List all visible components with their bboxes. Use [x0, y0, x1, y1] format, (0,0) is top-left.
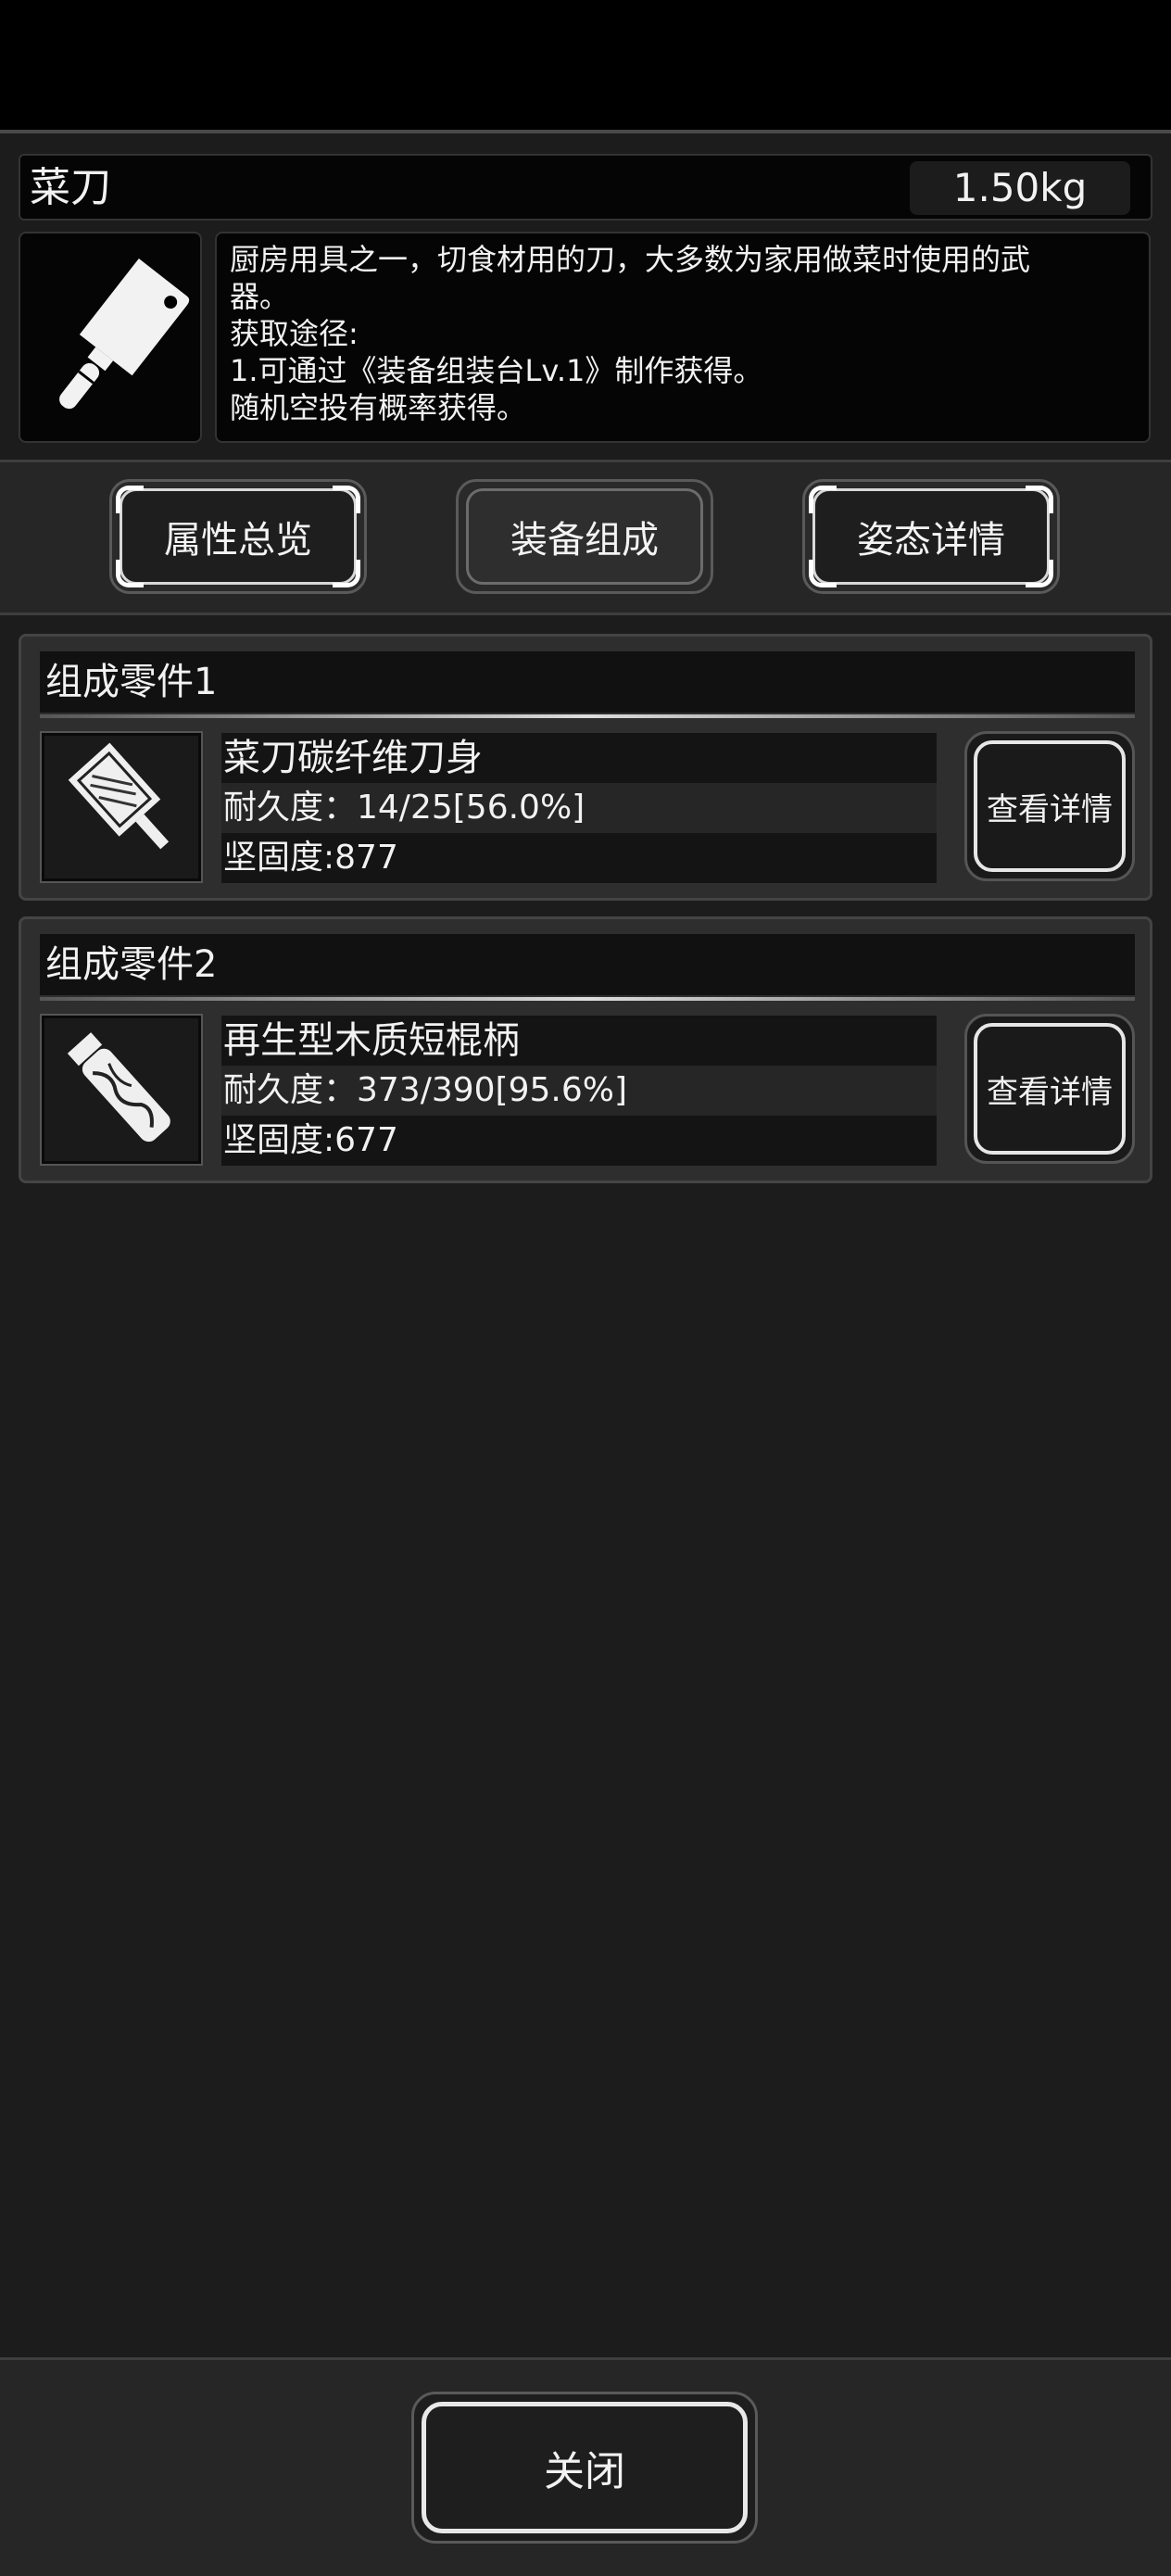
blade-icon	[68, 742, 170, 850]
part-name: 再生型木质短棍柄	[221, 1016, 937, 1066]
part-info: 菜刀碳纤维刀身 耐久度：14/25[56.0%] 坚固度:877	[221, 733, 937, 885]
part-icon-frame	[40, 731, 203, 883]
part-header: 组成零件2	[40, 934, 1135, 995]
part-header: 组成零件1	[40, 651, 1135, 713]
description-line: 随机空投有概率获得。	[230, 390, 527, 425]
close-button[interactable]: 关闭	[411, 2392, 758, 2544]
description-line: 器。	[230, 279, 290, 314]
tab-label: 属性总览	[164, 519, 312, 562]
item-detail-panel: 菜刀 1.50kg 厨房用具之一，切食材用的刀，大多数为家用做菜时使用的武 器。…	[0, 130, 1171, 2576]
tab-label: 装备组成	[510, 519, 659, 562]
tab-stance-details[interactable]: 姿态详情	[802, 479, 1060, 594]
tab-bar: 属性总览 装备组成 姿态详情	[0, 460, 1171, 615]
tab-equipment-composition[interactable]: 装备组成	[456, 479, 713, 594]
tab-attribute-overview[interactable]: 属性总览	[109, 479, 367, 594]
button-label: 查看详情	[987, 1073, 1113, 1111]
item-weight: 1.50kg	[910, 161, 1130, 215]
item-name: 菜刀	[30, 164, 111, 211]
part-hardness: 坚固度:877	[221, 833, 937, 883]
close-label: 关闭	[544, 2448, 625, 2495]
tab-label: 姿态详情	[857, 519, 1005, 562]
item-icon-frame	[19, 232, 202, 443]
part-icon-frame	[40, 1014, 203, 1166]
part-card-2: 组成零件2 再生型木质短棍柄 耐久度：373/390[95.6%] 坚固度:67…	[19, 916, 1152, 1183]
view-details-button[interactable]: 查看详情	[964, 1014, 1135, 1164]
cleaver-icon	[59, 258, 190, 410]
divider	[40, 997, 1135, 1001]
description-line: 厨房用具之一，切食材用的刀，大多数为家用做菜时使用的武	[230, 242, 1031, 277]
item-title-bar: 菜刀 1.50kg	[19, 154, 1152, 221]
button-label: 查看详情	[987, 790, 1113, 828]
bottom-bar: 关闭	[0, 2357, 1171, 2576]
part-durability: 耐久度：373/390[95.6%]	[221, 1066, 937, 1116]
item-description: 厨房用具之一，切食材用的刀，大多数为家用做菜时使用的武 器。 获取途径: 1.可…	[215, 232, 1151, 443]
part-hardness: 坚固度:677	[221, 1116, 937, 1166]
handle-icon	[67, 1032, 170, 1143]
part-name: 菜刀碳纤维刀身	[221, 733, 937, 783]
divider	[40, 714, 1135, 718]
part-info: 再生型木质短棍柄 耐久度：373/390[95.6%] 坚固度:677	[221, 1016, 937, 1168]
view-details-button[interactable]: 查看详情	[964, 731, 1135, 881]
description-line: 获取途径:	[230, 316, 359, 351]
description-line: 1.可通过《装备组装台Lv.1》制作获得。	[230, 353, 763, 388]
part-card-1: 组成零件1 菜刀碳纤维刀身 耐久度：14/25[56.0%] 坚固度:877 查…	[19, 634, 1152, 901]
part-durability: 耐久度：14/25[56.0%]	[221, 783, 937, 833]
